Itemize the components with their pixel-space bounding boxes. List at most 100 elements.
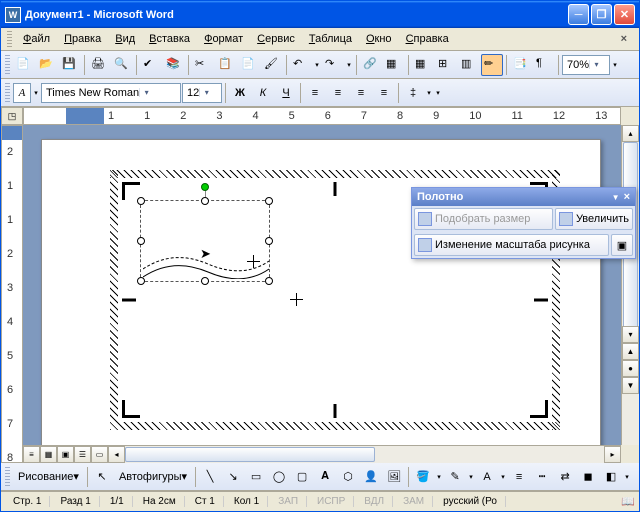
chevron-down-icon[interactable]: ▼ bbox=[612, 193, 620, 202]
align-center-button[interactable]: ≡ bbox=[327, 82, 349, 104]
style-drop[interactable]: ▾ bbox=[32, 89, 40, 97]
spell-button[interactable]: ✔ bbox=[140, 54, 162, 76]
line-color-button[interactable]: ✎ bbox=[444, 466, 466, 488]
scroll-up-button[interactable]: ▴ bbox=[622, 125, 639, 142]
chevron-down-icon[interactable]: ▾ bbox=[589, 60, 603, 69]
fill-color-button[interactable]: 🪣 bbox=[412, 466, 434, 488]
close-icon[interactable]: × bbox=[624, 191, 630, 203]
view-reading-button[interactable]: ▭ bbox=[91, 446, 108, 463]
grip-icon[interactable] bbox=[5, 83, 10, 103]
line-spacing-button[interactable]: ‡ bbox=[402, 82, 424, 104]
resize-handle-nw[interactable] bbox=[137, 197, 145, 205]
resize-handle-w[interactable] bbox=[137, 237, 145, 245]
showhide-button[interactable]: ¶ bbox=[533, 54, 555, 76]
insert-table-button[interactable]: ▦ bbox=[412, 54, 434, 76]
canvas-handle-b[interactable] bbox=[334, 404, 337, 418]
redo-drop[interactable]: ▾ bbox=[345, 61, 353, 69]
view-web-button[interactable]: ▦ bbox=[40, 446, 57, 463]
autoshapes-button[interactable]: Автофигуры ▾ bbox=[114, 466, 192, 488]
shadow-button[interactable]: ◼ bbox=[577, 466, 599, 488]
scale-drawing-button[interactable]: Изменение масштаба рисунка bbox=[414, 234, 609, 256]
docmap-button[interactable]: 📑 bbox=[510, 54, 532, 76]
page[interactable]: ➤ bbox=[41, 139, 601, 445]
resize-handle-n[interactable] bbox=[201, 197, 209, 205]
menu-table[interactable]: Таблица bbox=[302, 31, 359, 47]
menu-tools[interactable]: Сервис bbox=[250, 31, 302, 47]
fit-button[interactable]: Подобрать размер bbox=[414, 208, 553, 230]
copy-button[interactable]: 📋 bbox=[215, 54, 237, 76]
toolbar-overflow[interactable]: ▾ bbox=[434, 89, 442, 97]
columns-button[interactable]: ▥ bbox=[458, 54, 480, 76]
picture-button[interactable]: 🖼 bbox=[383, 466, 405, 488]
paste-button[interactable]: 📄 bbox=[238, 54, 260, 76]
save-button[interactable]: 💾 bbox=[59, 54, 81, 76]
menu-insert[interactable]: Вставка bbox=[142, 31, 197, 47]
draw-menu-button[interactable]: Рисование ▾ bbox=[13, 466, 84, 488]
excel-button[interactable]: ⊞ bbox=[435, 54, 457, 76]
scroll-right-button[interactable]: ▸ bbox=[604, 446, 621, 463]
doc-close-button[interactable]: × bbox=[615, 31, 633, 47]
select-objects-button[interactable]: ↖ bbox=[91, 466, 113, 488]
diagram-button[interactable]: ⬡ bbox=[337, 466, 359, 488]
horizontal-scrollbar[interactable]: ≡ ▦ ▣ ☰ ▭ ◂ ▸ bbox=[23, 445, 621, 463]
vertical-scrollbar[interactable]: ▴ ▾ ▲ ● ▼ bbox=[621, 125, 639, 445]
resize-handle-e[interactable] bbox=[265, 237, 273, 245]
chevron-down-icon[interactable]: ▾ bbox=[199, 88, 213, 97]
textbox-button[interactable]: ▢ bbox=[291, 466, 313, 488]
menu-file[interactable]: Файл bbox=[16, 31, 57, 47]
grip-icon[interactable] bbox=[7, 31, 12, 47]
undo-drop[interactable]: ▾ bbox=[313, 61, 321, 69]
font-size-combo[interactable]: 12▾ bbox=[182, 83, 222, 103]
align-left-button[interactable]: ≡ bbox=[304, 82, 326, 104]
toolbar-overflow[interactable]: ▾ bbox=[623, 473, 631, 481]
canvas-handle-t[interactable] bbox=[334, 182, 337, 196]
bold-button[interactable]: Ж bbox=[229, 82, 251, 104]
minimize-button[interactable]: ─ bbox=[568, 4, 589, 25]
format-painter-button[interactable]: 🖌 bbox=[261, 54, 283, 76]
align-justify-button[interactable]: ≡ bbox=[373, 82, 395, 104]
scroll-left-button[interactable]: ◂ bbox=[108, 446, 125, 463]
menu-format[interactable]: Формат bbox=[197, 31, 250, 47]
browse-object-button[interactable]: ● bbox=[622, 360, 639, 377]
undo-button[interactable]: ↶ bbox=[290, 54, 312, 76]
status-ext[interactable]: ВДЛ bbox=[356, 496, 393, 507]
menu-edit[interactable]: Правка bbox=[57, 31, 108, 47]
zoom-combo[interactable]: 70%▾ bbox=[562, 55, 610, 75]
chevron-down-icon[interactable]: ▾ bbox=[139, 88, 153, 97]
next-page-button[interactable]: ▼ bbox=[622, 377, 639, 394]
canvas-handle-bl[interactable] bbox=[122, 400, 140, 418]
selected-shape[interactable] bbox=[140, 200, 270, 282]
status-trk[interactable]: ИСПР bbox=[309, 496, 354, 507]
menu-help[interactable]: Справка bbox=[399, 31, 456, 47]
titlebar[interactable]: W Документ1 - Microsoft Word ─ ❐ ✕ bbox=[1, 1, 639, 28]
rectangle-button[interactable]: ▭ bbox=[245, 466, 267, 488]
view-outline-button[interactable]: ☰ bbox=[74, 446, 91, 463]
view-normal-button[interactable]: ≡ bbox=[23, 446, 40, 463]
cut-button[interactable]: ✂ bbox=[192, 54, 214, 76]
scroll-h-thumb[interactable] bbox=[125, 447, 375, 462]
line-style-button[interactable]: ≡ bbox=[508, 466, 530, 488]
menu-window[interactable]: Окно bbox=[359, 31, 399, 47]
hyperlink-button[interactable]: 🔗 bbox=[360, 54, 382, 76]
wordart-button[interactable]: 𝐀 bbox=[314, 466, 336, 488]
status-book-icon[interactable]: 📖 bbox=[621, 495, 635, 508]
vertical-ruler[interactable]: 21123456789 bbox=[1, 125, 23, 463]
resize-handle-ne[interactable] bbox=[265, 197, 273, 205]
horizontal-ruler[interactable]: 112345678910111213 bbox=[23, 107, 621, 125]
canvas-toolbar[interactable]: Полотно ▼ × Подобрать размер Увеличить И… bbox=[411, 187, 636, 259]
print-button[interactable]: 🖨 bbox=[88, 54, 110, 76]
drawing-button[interactable]: ✏ bbox=[481, 54, 503, 76]
font-color-button[interactable]: A bbox=[476, 466, 498, 488]
expand-button[interactable]: Увеличить bbox=[555, 208, 633, 230]
arrow-style-button[interactable]: ⇄ bbox=[554, 466, 576, 488]
dash-style-button[interactable]: ┅ bbox=[531, 466, 553, 488]
canvas-handle-r[interactable] bbox=[534, 299, 548, 302]
new-button[interactable]: 📄 bbox=[13, 54, 35, 76]
arrow-button[interactable]: ↘ bbox=[222, 466, 244, 488]
line-button[interactable]: ╲ bbox=[199, 466, 221, 488]
research-button[interactable]: 📚 bbox=[163, 54, 185, 76]
3d-button[interactable]: ◧ bbox=[600, 466, 622, 488]
canvas-toolbar-title[interactable]: Полотно ▼ × bbox=[412, 188, 635, 206]
style-combo[interactable]: A bbox=[13, 83, 31, 103]
clipart-button[interactable]: 👤 bbox=[360, 466, 382, 488]
